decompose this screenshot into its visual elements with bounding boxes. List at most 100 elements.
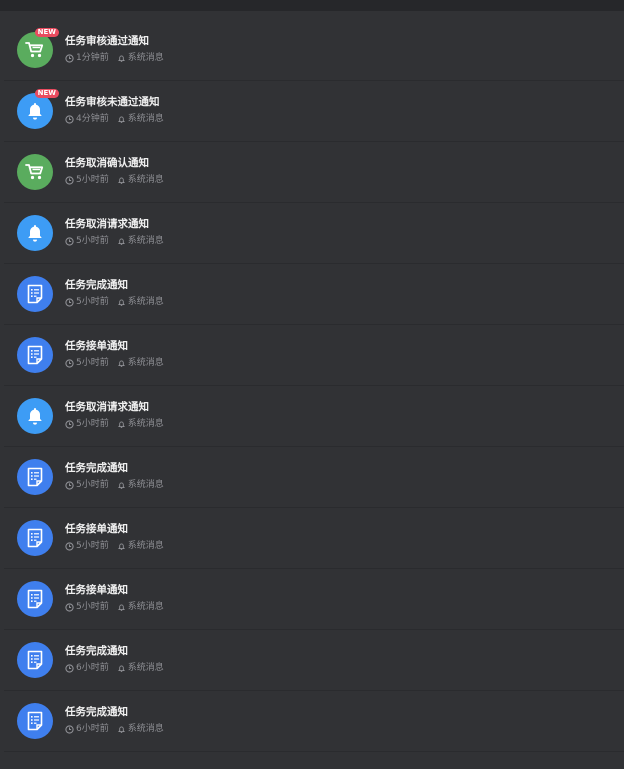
notification-item-1[interactable]: NEW 任务审核通过通知 1分钟前 系统消息 — [4, 20, 624, 81]
bell-outline-icon — [117, 298, 126, 307]
cart-icon — [25, 163, 45, 181]
notification-meta: 5小时前 系统消息 — [65, 236, 164, 247]
notification-time: 5小时前 — [76, 296, 109, 307]
notification-title: 任务接单通知 — [65, 339, 128, 352]
notification-avatar — [17, 215, 53, 251]
document-icon — [27, 589, 43, 609]
notification-title: 任务完成通知 — [65, 644, 128, 657]
notification-source: 系统消息 — [127, 174, 164, 185]
notification-source: 系统消息 — [127, 601, 164, 612]
notification-time: 5小时前 — [76, 601, 109, 612]
notification-source: 系统消息 — [127, 296, 164, 307]
notification-meta: 6小时前 系统消息 — [65, 724, 164, 735]
clock-icon — [65, 602, 74, 612]
clock-icon — [65, 724, 74, 734]
notification-title: 任务审核通过通知 — [65, 34, 149, 47]
notification-title: 任务完成通知 — [65, 705, 128, 718]
notification-source: 系统消息 — [127, 418, 164, 429]
notification-meta: 5小时前 系统消息 — [65, 541, 164, 552]
notification-avatar — [17, 459, 53, 495]
bell-outline-icon — [117, 54, 126, 63]
notification-time: 5小时前 — [76, 479, 109, 490]
bell-outline-icon — [117, 420, 126, 429]
clock-icon — [65, 358, 74, 368]
notification-meta: 6小时前 系统消息 — [65, 663, 164, 674]
notification-item-6[interactable]: 任务接单通知 5小时前 系统消息 — [4, 325, 624, 386]
clock-icon — [65, 297, 74, 307]
bell-outline-icon — [117, 664, 126, 673]
notification-time: 5小时前 — [76, 418, 109, 429]
document-icon — [27, 711, 43, 731]
bell-outline-icon — [117, 542, 126, 551]
bell-outline-icon — [117, 115, 126, 124]
notification-item-11[interactable]: 任务完成通知 6小时前 系统消息 — [4, 630, 624, 691]
notification-source: 系统消息 — [127, 479, 164, 490]
clock-icon — [65, 480, 74, 490]
notification-meta: 5小时前 系统消息 — [65, 419, 164, 430]
notification-meta: 5小时前 系统消息 — [65, 175, 164, 186]
notification-avatar — [17, 581, 53, 617]
notification-meta: 5小时前 系统消息 — [65, 480, 164, 491]
document-icon — [27, 284, 43, 304]
notification-avatar — [17, 520, 53, 556]
notification-time: 1分钟前 — [76, 52, 109, 63]
notification-time: 6小时前 — [76, 662, 109, 673]
notification-item-4[interactable]: 任务取消请求通知 5小时前 系统消息 — [4, 203, 624, 264]
notification-source: 系统消息 — [127, 723, 164, 734]
notification-title: 任务完成通知 — [65, 461, 128, 474]
bell-outline-icon — [117, 176, 126, 185]
notification-time: 4分钟前 — [76, 113, 109, 124]
notification-avatar — [17, 703, 53, 739]
clock-icon — [65, 541, 74, 551]
notification-item-9[interactable]: 任务接单通知 5小时前 系统消息 — [4, 508, 624, 569]
notification-meta: 4分钟前 系统消息 — [65, 114, 164, 125]
notification-item-12[interactable]: 任务完成通知 6小时前 系统消息 — [4, 691, 624, 752]
new-badge: NEW — [34, 28, 59, 37]
bell-icon — [26, 101, 44, 121]
top-bar — [0, 0, 624, 11]
notification-avatar: NEW — [17, 89, 59, 129]
notification-list: NEW 任务审核通过通知 1分钟前 系统消息 NEW 任务审核未通过通知 4分钟… — [4, 20, 624, 752]
notification-source: 系统消息 — [127, 113, 164, 124]
cart-icon — [25, 41, 45, 59]
notification-item-10[interactable]: 任务接单通知 5小时前 系统消息 — [4, 569, 624, 630]
notification-avatar — [17, 337, 53, 373]
notification-item-5[interactable]: 任务完成通知 5小时前 系统消息 — [4, 264, 624, 325]
bell-outline-icon — [117, 481, 126, 490]
notification-avatar — [17, 642, 53, 678]
notification-avatar — [17, 154, 53, 190]
notification-source: 系统消息 — [127, 357, 164, 368]
notification-item-3[interactable]: 任务取消确认通知 5小时前 系统消息 — [4, 142, 624, 203]
notification-source: 系统消息 — [127, 52, 164, 63]
notification-meta: 1分钟前 系统消息 — [65, 53, 164, 64]
notification-time: 5小时前 — [76, 540, 109, 551]
notification-source: 系统消息 — [127, 662, 164, 673]
notification-title: 任务接单通知 — [65, 522, 128, 535]
notification-source: 系统消息 — [127, 540, 164, 551]
clock-icon — [65, 236, 74, 246]
clock-icon — [65, 419, 74, 429]
bell-outline-icon — [117, 237, 126, 246]
notification-title: 任务取消请求通知 — [65, 217, 149, 230]
document-icon — [27, 528, 43, 548]
notification-item-2[interactable]: NEW 任务审核未通过通知 4分钟前 系统消息 — [4, 81, 624, 142]
bell-icon — [26, 406, 44, 426]
notification-time: 5小时前 — [76, 235, 109, 246]
clock-icon — [65, 53, 74, 63]
clock-icon — [65, 175, 74, 185]
bell-outline-icon — [117, 359, 126, 368]
notification-avatar: NEW — [17, 28, 59, 68]
notification-item-7[interactable]: 任务取消请求通知 5小时前 系统消息 — [4, 386, 624, 447]
bell-outline-icon — [117, 603, 126, 612]
notification-meta: 5小时前 系统消息 — [65, 358, 164, 369]
notification-title: 任务取消确认通知 — [65, 156, 149, 169]
document-icon — [27, 345, 43, 365]
clock-icon — [65, 114, 74, 124]
new-badge: NEW — [34, 89, 59, 98]
notification-item-8[interactable]: 任务完成通知 5小时前 系统消息 — [4, 447, 624, 508]
notification-time: 6小时前 — [76, 723, 109, 734]
notification-avatar — [17, 398, 53, 434]
bell-icon — [26, 223, 44, 243]
notification-time: 5小时前 — [76, 174, 109, 185]
document-icon — [27, 467, 43, 487]
